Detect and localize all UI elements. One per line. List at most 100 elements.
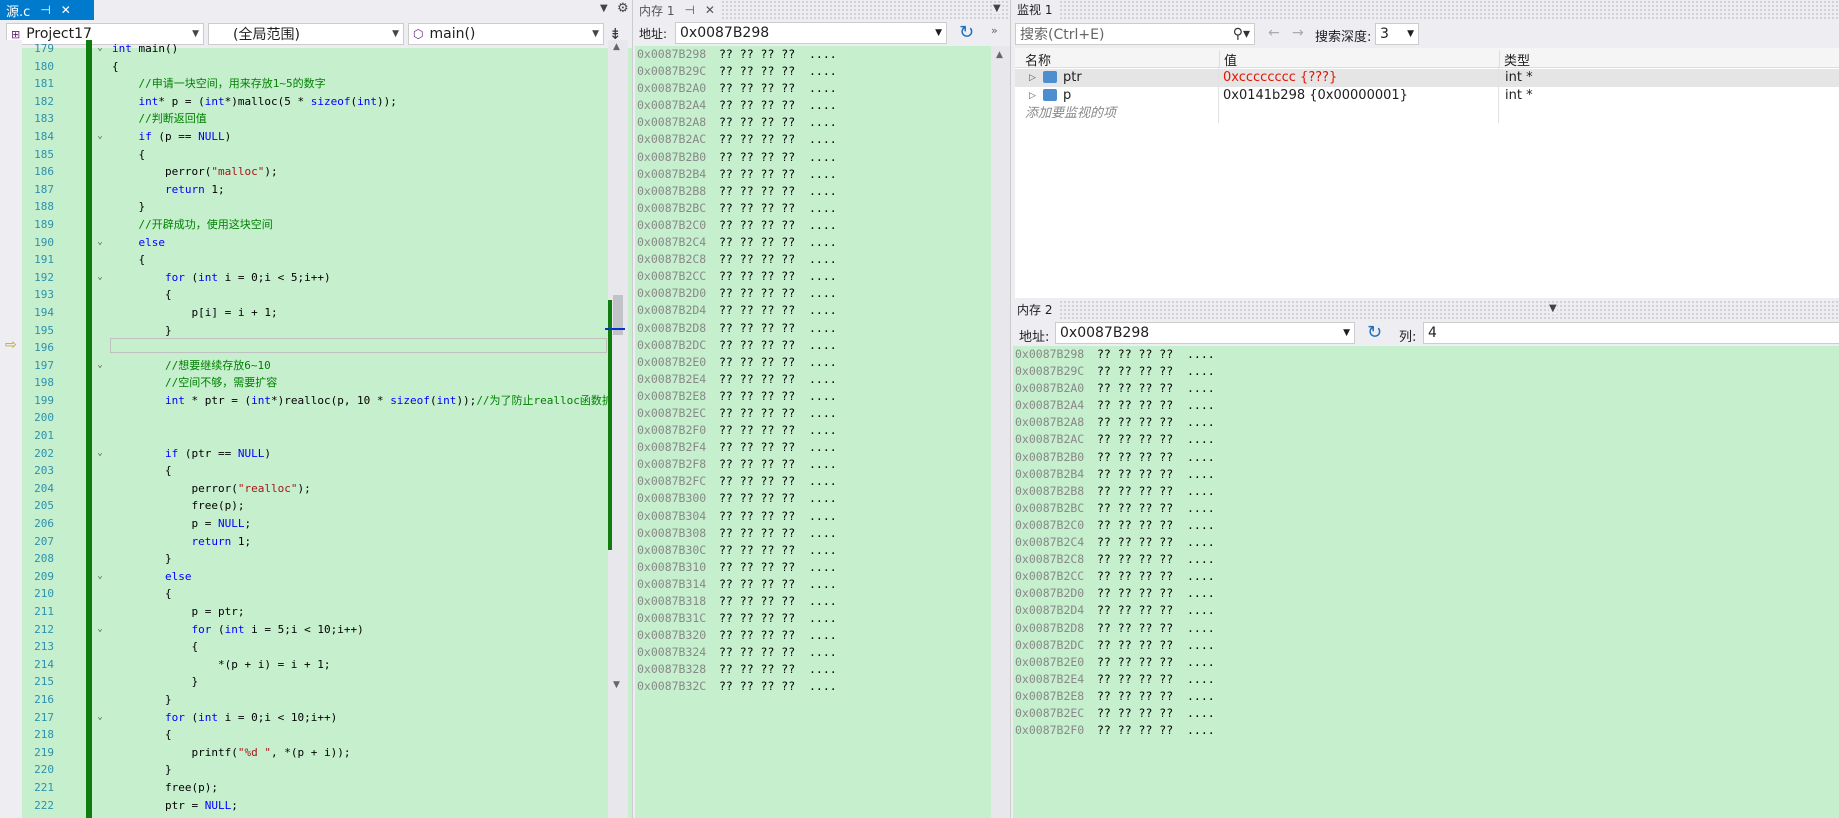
code-line[interactable]: { <box>112 638 607 656</box>
memory-ascii[interactable]: .... <box>809 645 837 659</box>
expand-arrow-icon[interactable]: ▷ <box>1029 69 1036 87</box>
watch-add-row[interactable]: 添加要监视的项 <box>1015 105 1839 123</box>
forward-arrow-icon[interactable]: → <box>1292 25 1304 41</box>
memory-ascii[interactable]: .... <box>1187 638 1215 652</box>
code-line[interactable]: int main() <box>112 40 607 58</box>
columns-input[interactable]: 4 <box>1423 322 1839 344</box>
memory-bytes[interactable]: ?? ?? ?? ?? <box>719 80 809 97</box>
code-line[interactable]: p[i] = i + 1; <box>112 304 607 322</box>
fold-toggle-icon[interactable]: ⌄ <box>94 621 106 639</box>
memory-bytes[interactable]: ?? ?? ?? ?? <box>719 97 809 114</box>
memory-bytes[interactable]: ?? ?? ?? ?? <box>1097 397 1187 414</box>
memory-ascii[interactable]: .... <box>809 286 837 300</box>
memory-bytes[interactable]: ?? ?? ?? ?? <box>719 644 809 661</box>
code-line[interactable]: } <box>112 761 607 779</box>
memory-bytes[interactable]: ?? ?? ?? ?? <box>719 200 809 217</box>
column-name-header[interactable]: 名称 <box>1025 50 1051 69</box>
memory-bytes[interactable]: ?? ?? ?? ?? <box>719 490 809 507</box>
memory-row[interactable]: 0x0087B2CC ?? ?? ?? ??.... <box>1015 568 1839 585</box>
code-line[interactable]: return 1; <box>112 533 607 551</box>
memory-ascii[interactable]: .... <box>1187 518 1215 532</box>
memory-ascii[interactable]: .... <box>809 560 837 574</box>
memory-row[interactable]: 0x0087B29C ?? ?? ?? ??.... <box>1015 363 1839 380</box>
memory-row[interactable]: 0x0087B2C8 ?? ?? ?? ??.... <box>637 251 991 268</box>
code-line[interactable]: perror("realloc"); <box>112 480 607 498</box>
code-line[interactable]: free(p); <box>112 779 607 797</box>
memory-ascii[interactable]: .... <box>1187 621 1215 635</box>
code-line[interactable]: //想要继续存放6~10 <box>112 357 607 375</box>
memory-bytes[interactable]: ?? ?? ?? ?? <box>719 661 809 678</box>
memory-row[interactable]: 0x0087B2EC ?? ?? ?? ??.... <box>637 405 991 422</box>
close-icon[interactable]: ✕ <box>705 4 715 16</box>
memory-row[interactable]: 0x0087B298 ?? ?? ?? ??.... <box>1015 346 1839 363</box>
memory-row[interactable]: 0x0087B30C ?? ?? ?? ??.... <box>637 542 991 559</box>
memory-ascii[interactable]: .... <box>809 321 837 335</box>
memory-row[interactable]: 0x0087B2C0 ?? ?? ?? ??.... <box>1015 517 1839 534</box>
memory-ascii[interactable]: .... <box>809 679 837 693</box>
memory-row[interactable]: 0x0087B2D4 ?? ?? ?? ??.... <box>1015 602 1839 619</box>
memory-ascii[interactable]: .... <box>809 150 837 164</box>
memory-bytes[interactable]: ?? ?? ?? ?? <box>719 46 809 63</box>
memory-bytes[interactable]: ?? ?? ?? ?? <box>1097 466 1187 483</box>
chevron-down-icon[interactable]: ▼ <box>600 3 608 14</box>
memory-row[interactable]: 0x0087B298 ?? ?? ?? ??.... <box>637 46 991 63</box>
memory-bytes[interactable]: ?? ?? ?? ?? <box>719 183 809 200</box>
memory-ascii[interactable]: .... <box>809 440 837 454</box>
memory-ascii[interactable]: .... <box>809 47 837 61</box>
memory-bytes[interactable]: ?? ?? ?? ?? <box>719 525 809 542</box>
watch-row-p[interactable]: ▷ p 0x0141b298 {0x00000001} int * <box>1015 87 1839 105</box>
gear-icon[interactable]: ⚙ <box>617 1 629 16</box>
memory-bytes[interactable]: ?? ?? ?? ?? <box>719 320 809 337</box>
watch-p-value[interactable]: 0x0141b298 {0x00000001} <box>1223 87 1408 105</box>
memory-row[interactable]: 0x0087B2C8 ?? ?? ?? ??.... <box>1015 551 1839 568</box>
memory1-address-input[interactable]: 0x0087B298 ▼ <box>675 22 947 44</box>
memory-bytes[interactable]: ?? ?? ?? ?? <box>719 234 809 251</box>
refresh-icon[interactable]: ↻ <box>959 22 974 43</box>
memory-ascii[interactable]: .... <box>809 372 837 386</box>
memory1-scrollbar[interactable]: ▲ <box>991 46 1011 818</box>
memory-row[interactable]: 0x0087B324 ?? ?? ?? ??.... <box>637 644 991 661</box>
memory-row[interactable]: 0x0087B2D8 ?? ?? ?? ??.... <box>637 320 991 337</box>
memory-ascii[interactable]: .... <box>1187 655 1215 669</box>
memory-bytes[interactable]: ?? ?? ?? ?? <box>1097 534 1187 551</box>
code-line[interactable]: else <box>112 234 607 252</box>
memory-ascii[interactable]: .... <box>1187 706 1215 720</box>
memory-bytes[interactable]: ?? ?? ?? ?? <box>719 559 809 576</box>
back-arrow-icon[interactable]: ← <box>1268 25 1280 41</box>
memory2-address-input[interactable]: 0x0087B298 ▼ <box>1055 322 1355 344</box>
memory2-grid[interactable]: 0x0087B298 ?? ?? ?? ??.... 0x0087B29C ?? ??… <box>1013 346 1839 818</box>
memory-bytes[interactable]: ?? ?? ?? ?? <box>1097 568 1187 585</box>
memory-row[interactable]: 0x0087B310 ?? ?? ?? ??.... <box>637 559 991 576</box>
code-line[interactable]: for (int i = 5;i < 10;i++) <box>112 621 607 639</box>
memory-bytes[interactable]: ?? ?? ?? ?? <box>719 473 809 490</box>
memory-ascii[interactable]: .... <box>809 81 837 95</box>
memory-bytes[interactable]: ?? ?? ?? ?? <box>719 251 809 268</box>
memory-row[interactable]: 0x0087B2B0 ?? ?? ?? ??.... <box>1015 449 1839 466</box>
memory-row[interactable]: 0x0087B2C4 ?? ?? ?? ??.... <box>637 234 991 251</box>
code-lines[interactable]: int main(){ //申请一块空间，用来存放1~5的数字 int* p =… <box>112 40 610 814</box>
code-line[interactable]: //开辟成功，使用这块空间 <box>112 216 607 234</box>
memory-row[interactable]: 0x0087B2D0 ?? ?? ?? ??.... <box>637 285 991 302</box>
memory-ascii[interactable]: .... <box>1187 723 1215 737</box>
memory-ascii[interactable]: .... <box>1187 501 1215 515</box>
pin-icon[interactable]: ⊣ <box>684 4 694 16</box>
code-area[interactable]: 179 180 181 182 183 184 185 186 187 188 189 190 191 1… <box>22 40 610 818</box>
code-line[interactable]: { <box>112 146 607 164</box>
memory-ascii[interactable]: .... <box>809 252 837 266</box>
memory1-grid[interactable]: 0x0087B298 ?? ?? ?? ??.... 0x0087B29C ?? ??… <box>635 46 991 818</box>
scroll-up-icon[interactable]: ▲ <box>996 50 1003 60</box>
memory-bytes[interactable]: ?? ?? ?? ?? <box>719 149 809 166</box>
memory-row[interactable]: 0x0087B2DC ?? ?? ?? ??.... <box>637 337 991 354</box>
memory-row[interactable]: 0x0087B2BC ?? ?? ?? ??.... <box>1015 500 1839 517</box>
memory-ascii[interactable]: .... <box>809 64 837 78</box>
memory-ascii[interactable]: .... <box>809 201 837 215</box>
memory-ascii[interactable]: .... <box>1187 586 1215 600</box>
memory-row[interactable]: 0x0087B320 ?? ?? ?? ??.... <box>637 627 991 644</box>
memory-ascii[interactable]: .... <box>1187 432 1215 446</box>
memory-row[interactable]: 0x0087B2A0 ?? ?? ?? ??.... <box>1015 380 1839 397</box>
memory-row[interactable]: 0x0087B2F8 ?? ?? ?? ??.... <box>637 456 991 473</box>
memory-row[interactable]: 0x0087B304 ?? ?? ?? ??.... <box>637 508 991 525</box>
memory-ascii[interactable]: .... <box>809 423 837 437</box>
code-line[interactable]: return 1; <box>112 181 607 199</box>
memory-row[interactable]: 0x0087B2B8 ?? ?? ?? ??.... <box>1015 483 1839 500</box>
